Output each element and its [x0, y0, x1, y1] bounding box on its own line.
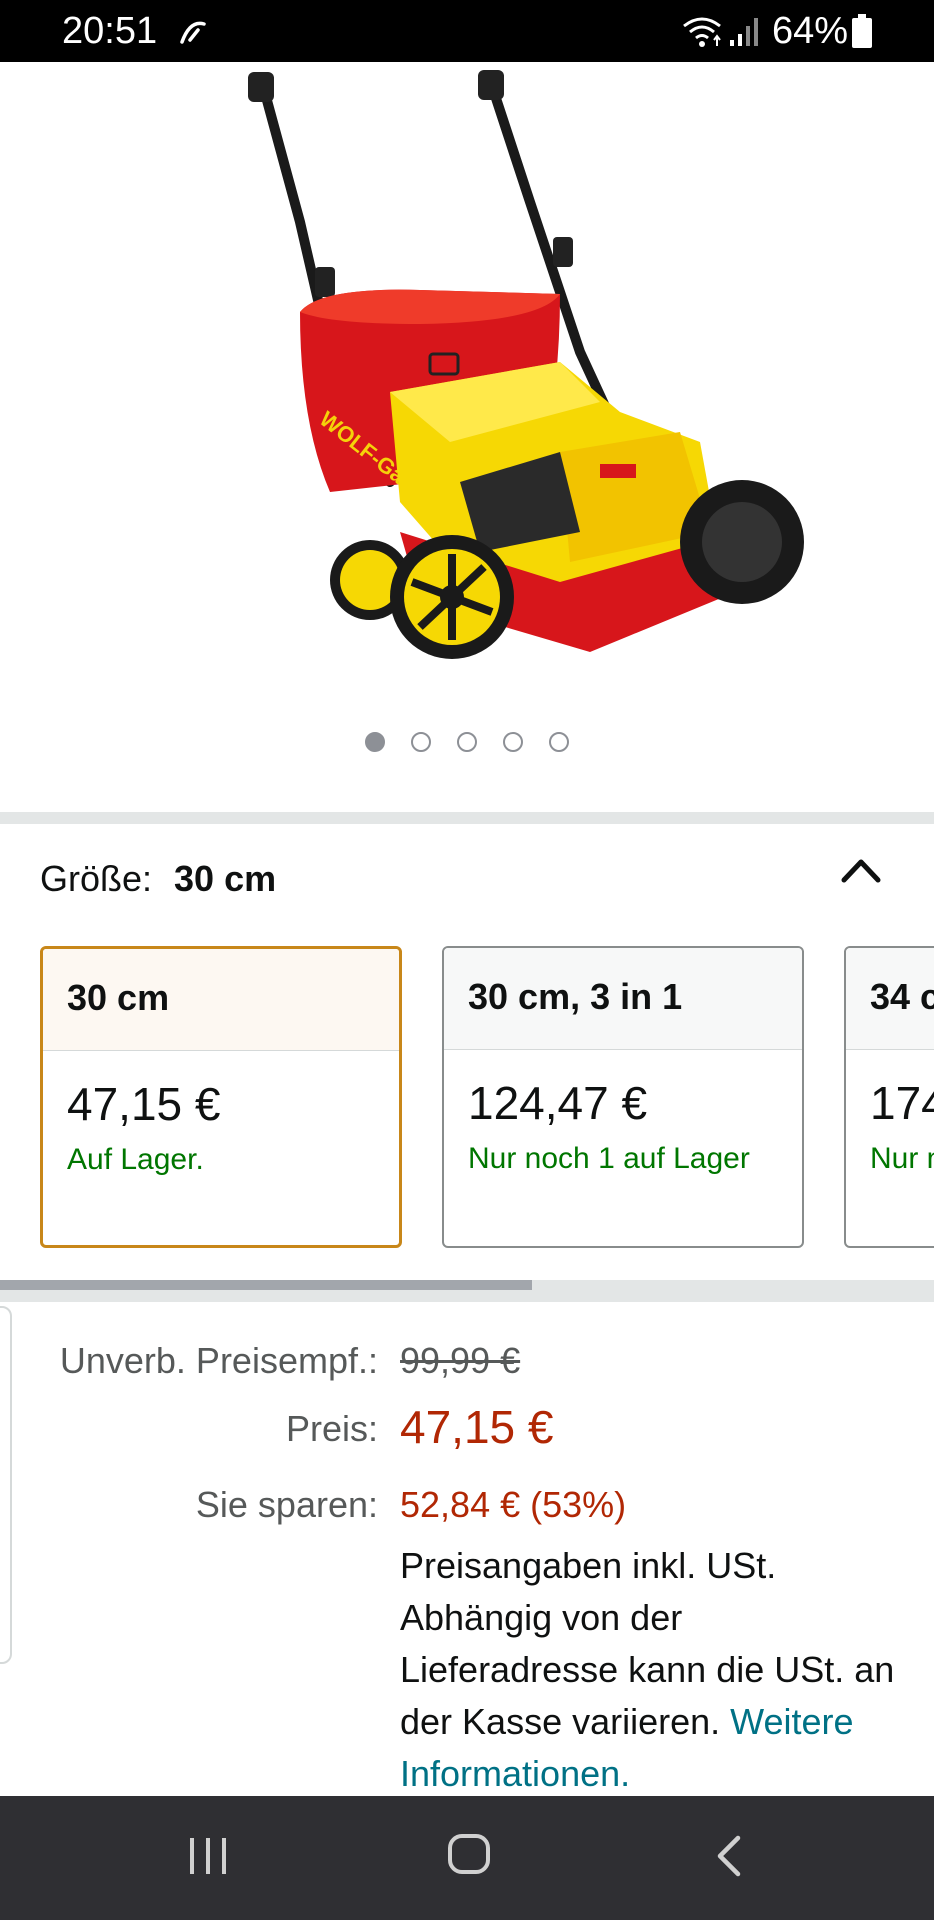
signal-icon — [730, 18, 758, 46]
list-price-value: 99,99 € — [400, 1340, 521, 1381]
tax-note: Preisangaben inkl. USt. Abhängig von der… — [400, 1540, 900, 1800]
size-option-card[interactable]: 30 cm 47,15 € Auf Lager. — [40, 946, 402, 1248]
size-options-carousel[interactable]: 30 cm 47,15 € Auf Lager. 30 cm, 3 in 1 1… — [0, 946, 934, 1252]
size-option-price: 174 — [870, 1077, 934, 1129]
section-divider — [0, 1290, 934, 1302]
size-option-stock: Nur noch 1 auf Lager — [870, 1142, 934, 1175]
size-option-stock: Auf Lager. — [67, 1143, 204, 1176]
price-label: Preis: — [285, 1408, 378, 1449]
product-image[interactable]: WOLF-Garten — [0, 62, 934, 702]
image-pagination[interactable] — [0, 732, 934, 752]
section-divider — [0, 812, 934, 824]
carousel-scrollbar[interactable] — [0, 1280, 934, 1290]
pagination-dot[interactable] — [365, 732, 385, 752]
size-option-name: 34 cm — [846, 948, 934, 1050]
price-panel-border — [0, 1306, 12, 1664]
size-option-name: 30 cm — [43, 949, 399, 1051]
pagination-dot[interactable] — [411, 732, 431, 752]
savings-value: 52,84 € (53%) — [400, 1484, 627, 1525]
carousel-scrollbar-thumb[interactable] — [0, 1280, 533, 1290]
pagination-dot[interactable] — [503, 732, 523, 752]
sync-icon — [180, 21, 206, 44]
wifi-icon — [683, 17, 721, 47]
size-option-stock: Nur noch 1 auf Lager — [468, 1142, 750, 1175]
status-bar: 20:51 64% — [0, 0, 934, 62]
size-option-name: 30 cm, 3 in 1 — [444, 948, 802, 1050]
chevron-up-icon[interactable] — [840, 852, 882, 886]
size-option-card[interactable]: 34 cm 174 Nur noch 1 auf Lager — [844, 946, 934, 1248]
pagination-dot[interactable] — [457, 732, 477, 752]
battery-percentage: 64% — [772, 10, 849, 52]
status-time: 20:51 — [62, 10, 158, 52]
size-label: Größe: — [40, 858, 153, 899]
back-icon[interactable] — [712, 1832, 746, 1880]
system-navigation-bar — [0, 1796, 934, 1920]
size-option-price: 47,15 € — [67, 1078, 221, 1130]
size-selector-header[interactable]: Größe: 30 cm — [40, 858, 276, 900]
battery-icon — [852, 14, 872, 48]
list-price-label: Unverb. Preisempf.: — [59, 1340, 378, 1381]
savings-label: Sie sparen: — [195, 1484, 378, 1525]
home-icon[interactable] — [446, 1830, 492, 1878]
price-value: 47,15 € — [400, 1401, 554, 1453]
size-option-price: 124,47 € — [468, 1077, 648, 1129]
pagination-dot[interactable] — [549, 732, 569, 752]
size-selected-value: 30 cm — [174, 858, 277, 899]
size-option-card[interactable]: 30 cm, 3 in 1 124,47 € Nur noch 1 auf La… — [442, 946, 804, 1248]
recent-apps-icon[interactable] — [186, 1832, 230, 1880]
